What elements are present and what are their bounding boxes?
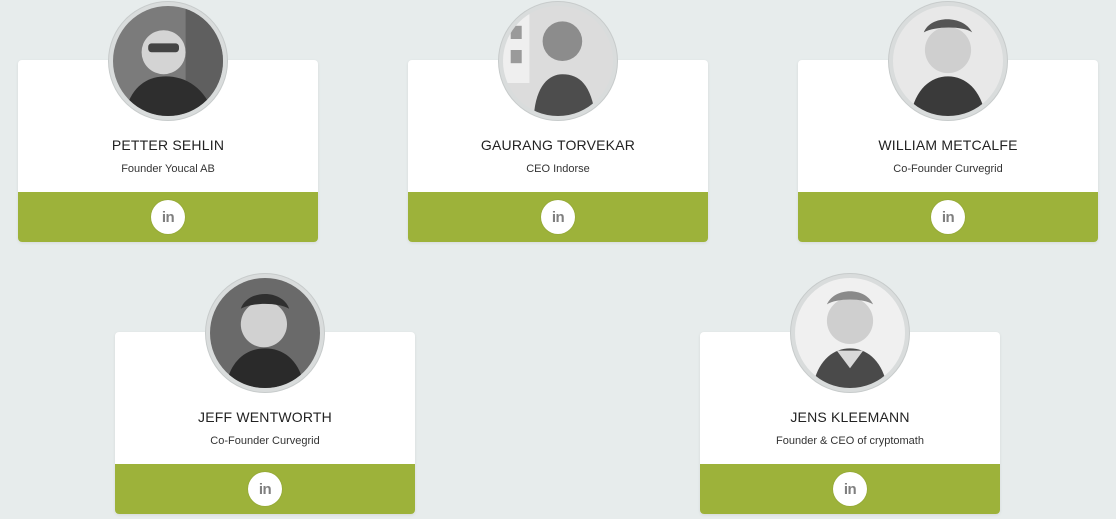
- member-role: Co-Founder Curvegrid: [893, 163, 1003, 175]
- photo-frame: [893, 6, 1003, 116]
- member-role: Founder & CEO of cryptomath: [776, 435, 924, 447]
- social-bar: in: [18, 192, 318, 242]
- person-photo-icon: [113, 6, 223, 116]
- social-bar: in: [115, 464, 415, 514]
- linkedin-icon: in: [161, 208, 175, 226]
- team-member-photo: [889, 2, 1007, 120]
- card-header: GAURANG TORVEKAR CEO Indorse: [408, 2, 708, 192]
- photo-frame: [795, 278, 905, 388]
- member-name: WILLIAM METCALFE: [878, 137, 1018, 153]
- member-name: PETTER SEHLIN: [111, 137, 225, 153]
- person-photo-icon: [893, 6, 1003, 116]
- team-card: PETTER SEHLIN Founder Youcal AB in: [18, 2, 318, 242]
- team-card: GAURANG TORVEKAR CEO Indorse in: [408, 2, 708, 242]
- linkedin-icon: in: [843, 480, 857, 498]
- card-header: JEFF WENTWORTH Co-Founder Curvegrid: [115, 274, 415, 464]
- team-member-photo: [206, 274, 324, 392]
- team-member-photo: [109, 2, 227, 120]
- social-bar: in: [408, 192, 708, 242]
- social-bar: in: [798, 192, 1098, 242]
- team-card: JENS KLEEMANN Founder & CEO of cryptomat…: [700, 274, 1000, 514]
- card-header: JENS KLEEMANN Founder & CEO of cryptomat…: [700, 274, 1000, 464]
- member-role: Co-Founder Curvegrid: [210, 435, 320, 447]
- social-bar: in: [700, 464, 1000, 514]
- member-role: CEO Indorse: [526, 163, 590, 175]
- member-name: GAURANG TORVEKAR: [480, 137, 636, 153]
- card-header: PETTER SEHLIN Founder Youcal AB: [18, 2, 318, 192]
- linkedin-button[interactable]: in: [248, 472, 282, 506]
- linkedin-button[interactable]: in: [833, 472, 867, 506]
- team-member-photo: [791, 274, 909, 392]
- linkedin-button[interactable]: in: [151, 200, 185, 234]
- team-card: JEFF WENTWORTH Co-Founder Curvegrid in: [115, 274, 415, 514]
- person-photo-icon: [503, 6, 613, 116]
- member-name: JEFF WENTWORTH: [198, 409, 332, 425]
- team-card: WILLIAM METCALFE Co-Founder Curvegrid in: [798, 2, 1098, 242]
- person-photo-icon: [210, 278, 320, 388]
- linkedin-icon: in: [258, 480, 272, 498]
- linkedin-icon: in: [941, 208, 955, 226]
- photo-frame: [210, 278, 320, 388]
- linkedin-button[interactable]: in: [541, 200, 575, 234]
- member-name: JENS KLEEMANN: [790, 409, 910, 425]
- linkedin-button[interactable]: in: [931, 200, 965, 234]
- person-photo-icon: [795, 278, 905, 388]
- photo-frame: [113, 6, 223, 116]
- member-role: Founder Youcal AB: [121, 163, 215, 175]
- photo-frame: [503, 6, 613, 116]
- linkedin-icon: in: [551, 208, 565, 226]
- card-header: WILLIAM METCALFE Co-Founder Curvegrid: [798, 2, 1098, 192]
- team-member-photo: [499, 2, 617, 120]
